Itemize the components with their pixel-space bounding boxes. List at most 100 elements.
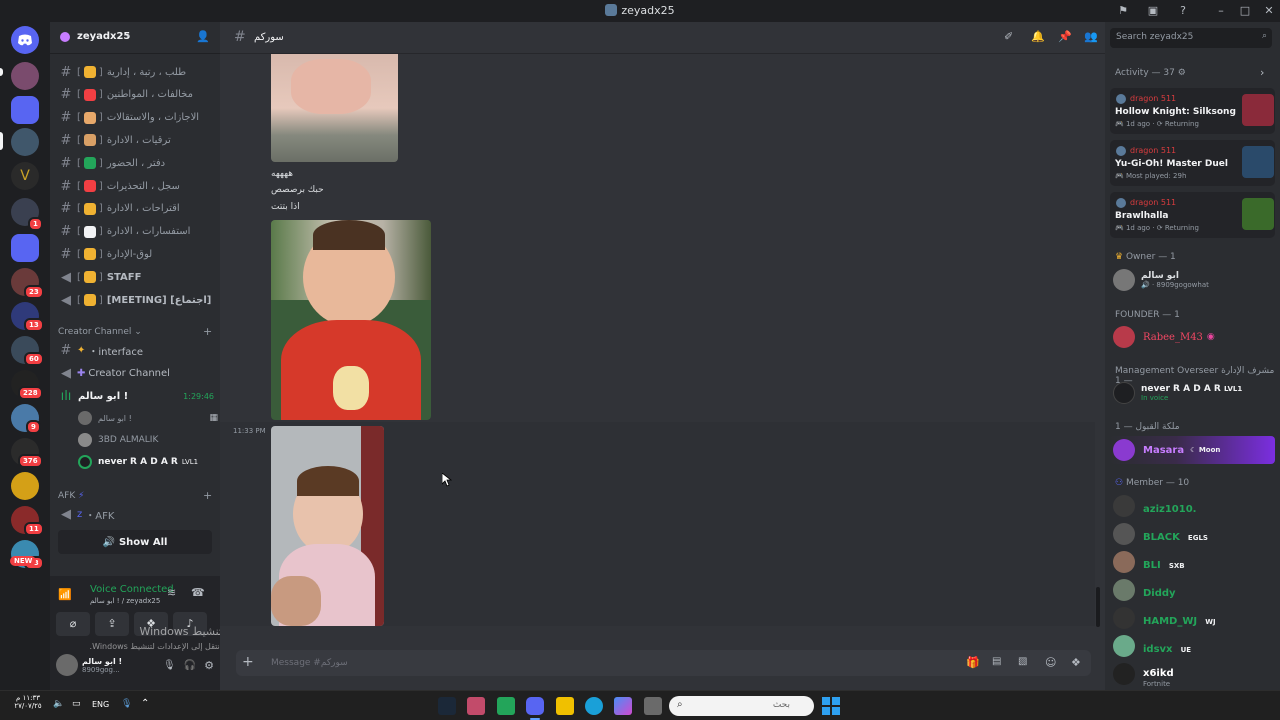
disconnect-icon[interactable]: ☎ [191, 586, 205, 599]
show-all-button[interactable]: 🔊 Show All [58, 530, 212, 554]
noise-icon[interactable]: ≋ [167, 586, 176, 599]
activity-card[interactable]: dragon 511 Hollow Knight: Silksong 🎮 1d ag… [1110, 88, 1275, 134]
member-item[interactable]: BLACK EGLS [1113, 522, 1275, 546]
member-mgmt[interactable]: never R A D A R LVL1 In voice [1113, 381, 1275, 405]
microphone-icon[interactable]: 🎙 [163, 660, 176, 671]
file-explorer-icon[interactable] [556, 697, 574, 715]
image-attachment[interactable] [271, 54, 398, 162]
gift-icon[interactable]: 🎁 [966, 656, 980, 669]
category-afk[interactable]: AFK ⚡ [58, 491, 84, 501]
task-view-icon[interactable] [644, 697, 662, 715]
steam-icon[interactable] [438, 697, 456, 715]
activity-card[interactable]: dragon 511 Brawlhalla 🎮 1d ago · ⟳ Returni… [1110, 192, 1275, 238]
chevron-right-icon[interactable]: › [1260, 66, 1264, 79]
member-item[interactable]: idsvx UE [1113, 634, 1275, 658]
server-icon[interactable] [11, 62, 39, 90]
headphones-icon[interactable]: 🎧 [184, 660, 196, 671]
server-icon[interactable]: V [11, 162, 39, 190]
server-icon[interactable] [11, 472, 39, 500]
message-input[interactable]: Message #سوركم [271, 658, 348, 668]
taskbar-search[interactable]: ⌕ بحث [669, 696, 814, 716]
voice-user[interactable]: ابو سالم ! ▦ [78, 408, 218, 428]
member-item[interactable]: Diddy [1113, 578, 1275, 602]
edge-icon[interactable] [585, 697, 603, 715]
channel-interface[interactable]: # ✦ ・interface [58, 340, 214, 360]
member-item[interactable]: BLI SXB [1113, 550, 1275, 574]
hash-icon: # [60, 224, 72, 240]
member-list-icon[interactable]: 👥 [1084, 30, 1098, 43]
discord-taskbar-icon[interactable] [526, 697, 544, 715]
member-item[interactable]: aziz1010. [1113, 494, 1275, 518]
sticker-icon[interactable]: ▧ [1018, 656, 1027, 667]
server-folder-icon[interactable] [11, 96, 39, 124]
voice-user[interactable]: never R A D A R LVL1 [78, 452, 218, 472]
help-icon[interactable]: ? [1172, 2, 1194, 20]
hash-icon: # [60, 246, 72, 262]
close-icon[interactable]: ✕ [1258, 2, 1280, 20]
server-folder-icon[interactable] [11, 234, 39, 262]
chevron-up-icon[interactable]: ⌃ [141, 698, 149, 709]
voice-user[interactable]: 3BD ALMALIK [78, 430, 218, 450]
channel-creator[interactable]: ◀ ✚ Creator Channel [58, 363, 214, 383]
channel-item[interactable]: # [] مخالفات ، المواطنين [58, 85, 214, 105]
search-input[interactable]: Search zeyadx25 ⌕ [1110, 28, 1272, 48]
app-icon[interactable] [497, 697, 515, 715]
member-owner[interactable]: ابو سالم 🔊 · 8909gogowhat [1113, 268, 1275, 292]
channel-item[interactable]: # [] سجل ، التحذيرات [58, 176, 214, 196]
avatar [56, 654, 78, 676]
emoji-icon[interactable]: ☺ [1045, 656, 1056, 669]
gif-icon[interactable]: ▤ [992, 656, 1001, 667]
member-queen[interactable]: Masara ☾ Moon [1110, 436, 1275, 464]
speaker-icon: 🔊 [102, 536, 115, 548]
add-channel-icon[interactable]: + [203, 489, 212, 502]
bell-icon[interactable]: 🔔 [1031, 30, 1045, 43]
channel-item[interactable]: # [] اقتراحات ، الادارة [58, 199, 214, 219]
windows-start-icon[interactable] [822, 697, 840, 715]
channel-item[interactable]: # [] استفسارات ، الادارة [58, 222, 214, 242]
category-creator[interactable]: Creator Channel ⌄ [58, 327, 142, 337]
channel-item[interactable]: # [] الاجازات ، والاستقالات [58, 108, 214, 128]
add-channel-icon[interactable]: + [203, 325, 212, 338]
apps-icon[interactable]: ❖ [1071, 656, 1081, 669]
member-item[interactable]: x6ikd Fortnite [1113, 662, 1275, 688]
image-attachment[interactable] [271, 426, 384, 626]
member-item[interactable]: HAMD_WJ WJ [1113, 606, 1275, 630]
pin-icon[interactable]: 📌 [1058, 30, 1072, 43]
search-placeholder: Search zeyadx25 [1116, 32, 1194, 42]
microphone-tray-icon[interactable]: 🎙 [121, 699, 132, 709]
maximize-icon[interactable]: □ [1234, 2, 1256, 20]
channel-item[interactable]: # [] ترقيات ، الادارة [58, 130, 214, 150]
channel-afk[interactable]: ◀ z ・AFK [58, 504, 214, 524]
server-icon[interactable] [11, 128, 39, 156]
minimize-icon[interactable]: – [1210, 2, 1232, 20]
app-icon[interactable] [467, 697, 485, 715]
member-founder[interactable]: Rabee_M43 ◉ [1113, 325, 1275, 349]
zz-icon: z [77, 508, 83, 520]
channel-item[interactable]: # [] لوق-الإدارة [58, 244, 214, 264]
language-indicator[interactable]: ENG [92, 700, 109, 709]
screen-icon[interactable]: ▣ [1142, 2, 1164, 20]
add-member-icon[interactable]: 👤 [196, 30, 210, 43]
discord-home-icon[interactable] [11, 26, 39, 54]
clock[interactable]: ١١:٣٣ م ٢٧/٠٧/٢٥ [8, 694, 48, 710]
channel-item[interactable]: # [] دفتر ، الحضور [58, 153, 214, 173]
copilot-icon[interactable] [614, 697, 632, 715]
channel-label: مخالفات ، المواطنين [106, 89, 193, 101]
volume-icon[interactable]: 🔈 [53, 699, 64, 709]
threads-icon[interactable]: ✐ [1004, 30, 1013, 43]
server-header[interactable]: zeyadx25 ⌄ 👤 [50, 22, 220, 54]
activity-card[interactable]: dragon 511 Yu-Gi-Oh! Master Duel 🎮 Most pl… [1110, 140, 1275, 186]
network-icon[interactable]: ▭ [72, 699, 81, 709]
add-attachment-icon[interactable]: + [242, 654, 254, 670]
image-attachment[interactable] [271, 220, 431, 420]
channel-item[interactable]: # [] طلب ، رتبة ، إدارية [58, 62, 214, 82]
hash-icon: # [234, 29, 246, 45]
channel-item[interactable]: ◀ [] STAFF [58, 267, 214, 287]
voice-channel-active[interactable]: ılı ابو سالم ! 1:29:46 [58, 386, 214, 406]
channel-item[interactable]: ◀ [] [اجتماع] [MEETING] [58, 290, 214, 310]
settings-gear-icon[interactable]: ⚙ [204, 659, 214, 672]
user-panel[interactable]: ابو سالم ! 8909gog... 🎙 🎧 ⚙ [56, 646, 214, 684]
message-input-bar[interactable]: + Message #سوركم 🎁 ▤ ▧ ☺ ❖ [236, 650, 1091, 676]
scrollbar-thumb[interactable] [1096, 587, 1100, 627]
inbox-flag-icon[interactable]: ⚑ [1112, 2, 1134, 20]
